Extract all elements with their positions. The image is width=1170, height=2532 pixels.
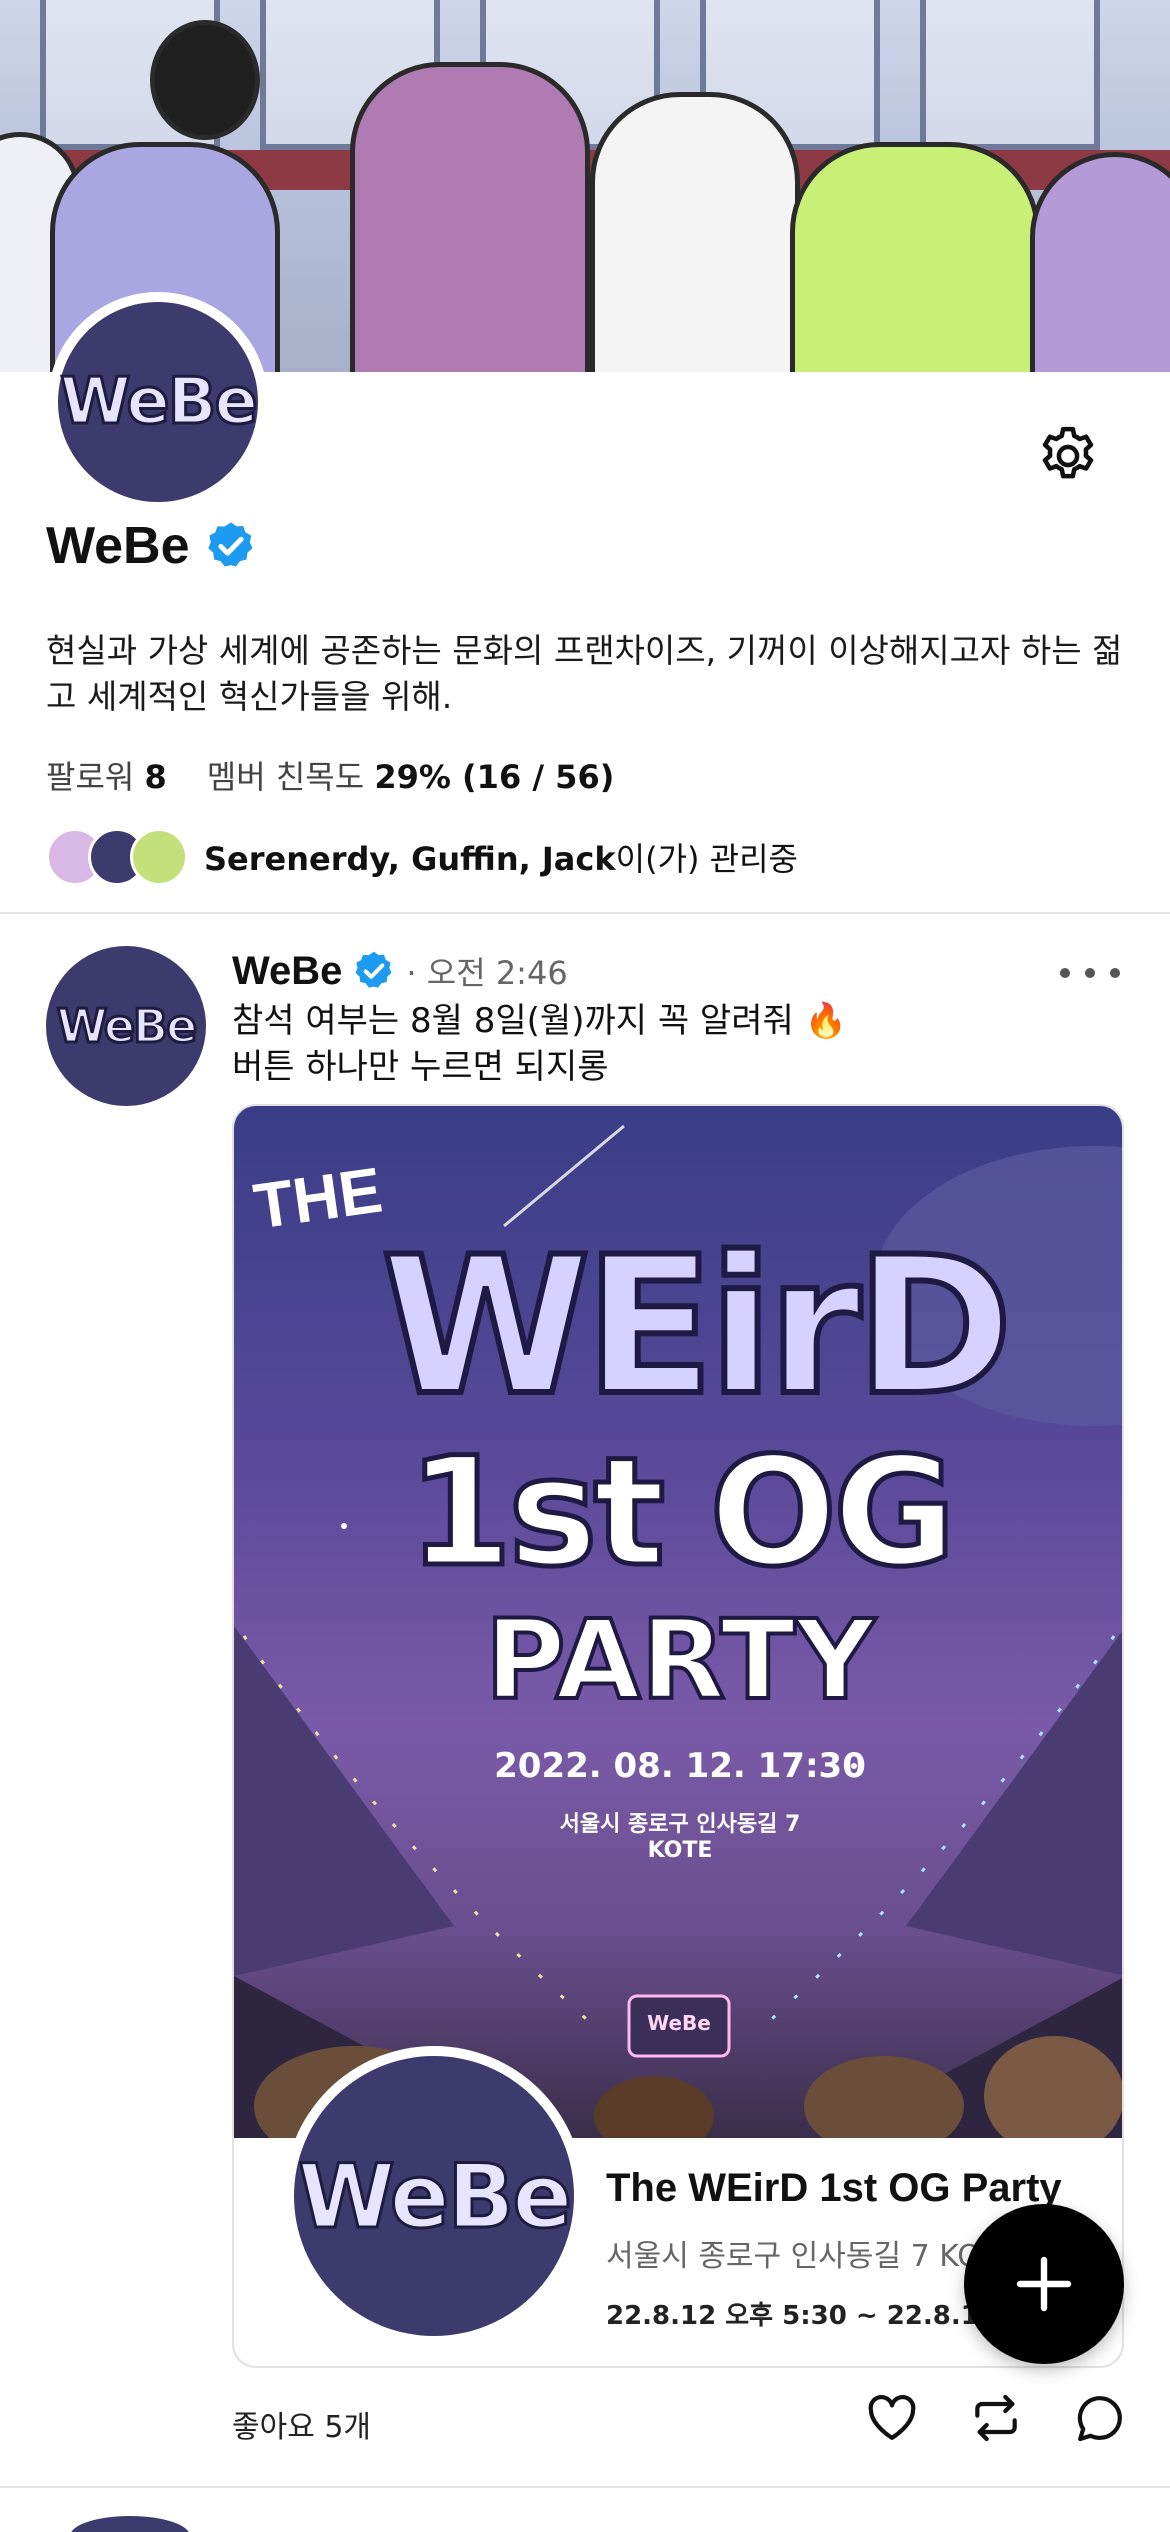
- verified-badge-icon: [355, 951, 392, 988]
- likes-count[interactable]: 좋아요 5개: [232, 2402, 371, 2446]
- post-actions: [862, 2388, 1130, 2448]
- comment-button[interactable]: [1070, 2388, 1130, 2448]
- intimacy-value: 29% (16 / 56): [374, 758, 615, 796]
- intimacy-label: 멤버 친목도: [206, 758, 365, 796]
- more-icon-dot: [1085, 968, 1095, 978]
- comment-icon: [1077, 2396, 1122, 2442]
- profile-name-text: WeBe: [46, 517, 190, 575]
- verified-badge-icon: [207, 522, 252, 567]
- avatar-logo-text: WeBe: [59, 364, 260, 441]
- poster-og: 1st OG: [405, 1424, 958, 1603]
- post-body: 참석 여부는 8월 8일(월)까지 꼭 알려줘 🔥 버튼 하나만 누르면 되지롱: [232, 998, 847, 1090]
- post-text-line: 버튼 하나만 누르면 되지롱: [232, 1047, 609, 1087]
- profile-avatar[interactable]: WeBe: [48, 292, 268, 512]
- poster-sign: WeBe: [647, 2011, 711, 2035]
- post-text-line: 참석 여부는 8월 8일(월)까지 꼭 알려줘 🔥: [232, 1001, 847, 1041]
- next-post-avatar-peek: [70, 2516, 190, 2532]
- admins-suffix: 이(가) 관리중: [615, 840, 798, 878]
- post-timestamp: · 오전 2:46: [406, 954, 568, 992]
- repost-icon: [975, 2394, 1017, 2442]
- post-header: WeBe · 오전 2:46: [232, 948, 568, 994]
- gear-icon: [1042, 426, 1094, 479]
- more-options-button[interactable]: [1060, 958, 1120, 988]
- compose-button[interactable]: [964, 2204, 1124, 2364]
- followers-value: 8: [144, 758, 167, 796]
- post-author-avatar[interactable]: WeBe: [46, 946, 206, 1106]
- more-icon-dot: [1060, 968, 1070, 978]
- event-card[interactable]: THE WEirD 1st OG PARTY 2022. 08. 12. 17:…: [232, 1104, 1124, 2368]
- admins-row[interactable]: Serenerdy, Guffin, Jack이(가) 관리중: [46, 822, 798, 892]
- profile-stats: 팔로워 8 멤버 친목도 29% (16 / 56): [46, 752, 614, 798]
- repost-button[interactable]: [966, 2388, 1026, 2448]
- post-divider: [0, 2486, 1170, 2488]
- settings-button[interactable]: [1030, 418, 1106, 494]
- followers-stat[interactable]: 팔로워 8: [46, 752, 167, 798]
- like-button[interactable]: [862, 2388, 922, 2448]
- heart-icon: [868, 2395, 916, 2440]
- more-icon-dot: [1110, 968, 1120, 978]
- event-poster-image: THE WEirD 1st OG PARTY 2022. 08. 12. 17:…: [234, 1106, 1122, 2138]
- intimacy-stat: 멤버 친목도 29% (16 / 56): [207, 752, 615, 798]
- event-logo-text: WeBe: [296, 2143, 573, 2249]
- event-title: The WEirD 1st OG Party: [606, 2166, 1062, 2210]
- post-avatar-logo-text: WeBe: [55, 998, 199, 1055]
- post-author-name[interactable]: WeBe: [232, 949, 342, 994]
- followers-label: 팔로워: [46, 758, 135, 796]
- poster-venue: KOTE: [647, 1838, 713, 1863]
- poster-address: 서울시 종로구 인사동길 7: [559, 1812, 801, 1837]
- plus-icon: [1016, 2256, 1072, 2312]
- profile-bio: 현실과 가상 세계에 공존하는 문화의 프랜차이즈, 기꺼이 이상해지고자 하는…: [46, 631, 1123, 716]
- profile-name: WeBe: [46, 516, 258, 576]
- admins-names: Serenerdy, Guffin, Jack: [204, 840, 616, 878]
- event-organizer-avatar: WeBe: [284, 2046, 584, 2346]
- poster-weird: WEirD: [378, 1213, 1016, 1440]
- admin-avatar: [130, 828, 188, 886]
- poster-party: PARTY: [483, 1594, 877, 1726]
- section-divider: [0, 912, 1170, 914]
- poster-datetime: 2022. 08. 12. 17:30: [494, 1746, 866, 1786]
